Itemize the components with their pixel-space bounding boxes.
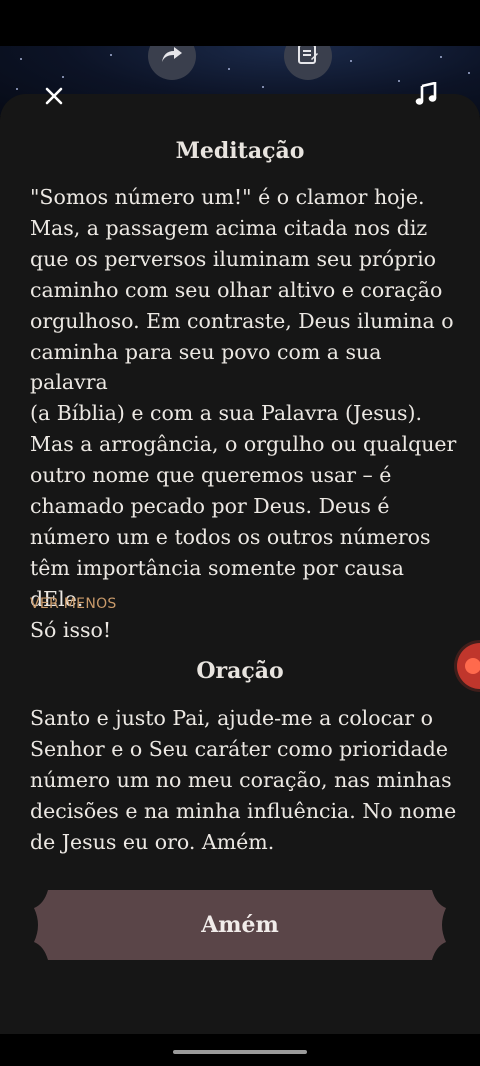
meditation-line: (a Bíblia) e com a sua Palavra (Jesus).: [30, 401, 423, 426]
music-note-icon: [415, 81, 437, 110]
meditation-line: caminha para seu povo com a sua palavra: [30, 339, 382, 395]
status-bar: [0, 0, 480, 46]
meditation-text: "Somos número um!" é o clamor hoje. Mas,…: [30, 182, 460, 646]
devotional-screen: Meditação "Somos número um!" é o clamor …: [0, 0, 480, 1066]
meditation-line: caminho com seu olhar altivo e coração: [30, 277, 443, 302]
meditation-line: orgulhoso. Em contraste, Deus ilumina o: [30, 308, 454, 333]
home-indicator[interactable]: [173, 1050, 307, 1054]
close-button[interactable]: [36, 80, 72, 116]
meditation-line: chamado pecado por Deus. Deus é: [30, 494, 390, 519]
notes-button[interactable]: [284, 46, 332, 80]
amen-button[interactable]: Amém: [34, 890, 446, 960]
prayer-title: Oração: [196, 658, 284, 684]
prayer-line: Senhor e o Seu caráter como prioridade: [30, 736, 448, 761]
prayer-line: de Jesus eu oro. Amém.: [30, 829, 275, 854]
notes-icon: [297, 46, 319, 69]
meditation-line: Só isso!: [30, 617, 112, 642]
share-icon: [161, 46, 183, 67]
navigation-bar: [0, 1034, 480, 1066]
prayer-line: decisões e na minha influência. No nome: [30, 798, 457, 823]
prayer-line: Santo e justo Pai, ajude-me a colocar o: [30, 706, 433, 730]
prayer-text: Santo e justo Pai, ajude-me a colocar o …: [30, 703, 460, 858]
meditation-title: Meditação: [175, 138, 305, 164]
amen-button-label: Amém: [201, 912, 279, 938]
close-icon: [45, 87, 63, 109]
prayer-line: número um no meu coração, nas minhas: [30, 767, 452, 792]
meditation-line: outro nome que queremos usar – é: [30, 463, 392, 488]
see-less-link[interactable]: VER MENOS: [30, 596, 117, 612]
meditation-line: Mas, a passagem acima citada nos diz: [30, 215, 428, 240]
meditation-line: que os perversos iluminam seu próprio: [30, 246, 436, 271]
music-toggle-button[interactable]: [406, 76, 446, 116]
meditation-line: número um e todos os outros números: [30, 524, 431, 549]
share-button[interactable]: [148, 46, 196, 80]
meditation-line: Mas a arrogância, o orgulho ou qualquer: [30, 432, 457, 457]
meditation-line: "Somos número um!" é o clamor hoje.: [30, 185, 425, 209]
floating-record-icon: [465, 658, 480, 674]
